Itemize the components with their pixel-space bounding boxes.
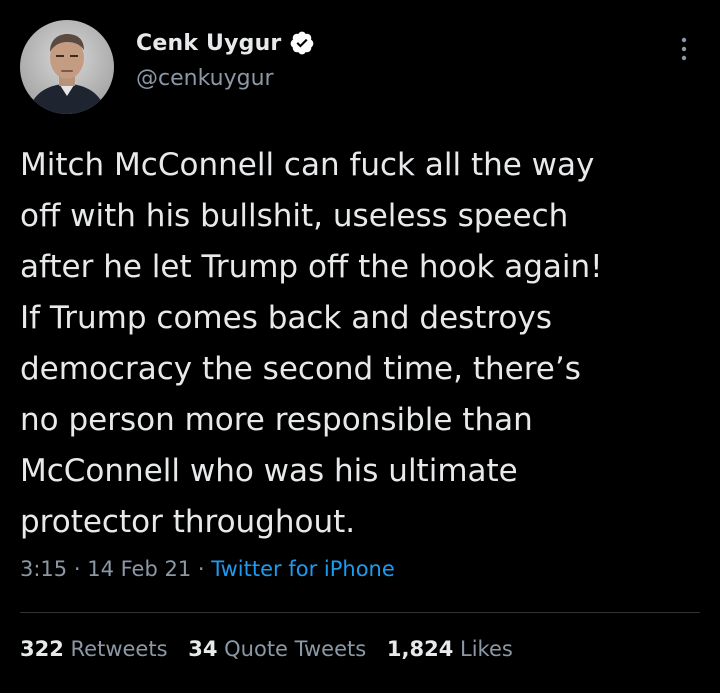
- quote-tweets-stat[interactable]: 34 Quote Tweets: [188, 637, 373, 661]
- display-name-row: Cenk Uygur: [136, 30, 315, 56]
- retweets-count: 322: [20, 637, 64, 661]
- author-names: Cenk Uygur @cenkuygur: [136, 30, 315, 91]
- quote-tweets-label: Quote Tweets: [224, 637, 367, 661]
- avatar[interactable]: [20, 20, 114, 114]
- tweet-text: Mitch McConnell can fuck all the way off…: [20, 147, 603, 540]
- profile-photo-icon: [20, 20, 114, 114]
- likes-label: Likes: [460, 637, 513, 661]
- retweets-stat[interactable]: 322 Retweets: [20, 637, 174, 661]
- tweet-date[interactable]: 14 Feb 21: [87, 557, 191, 581]
- author-handle[interactable]: @cenkuygur: [136, 66, 315, 91]
- quote-tweets-count: 34: [188, 637, 218, 661]
- likes-count: 1,824: [386, 637, 454, 661]
- divider: [20, 612, 700, 613]
- retweets-label: Retweets: [70, 637, 168, 661]
- tweet-source-link[interactable]: Twitter for iPhone: [211, 557, 395, 581]
- likes-stat[interactable]: 1,824 Likes: [387, 637, 513, 661]
- meta-separator: ·: [73, 557, 81, 581]
- meta-separator: ·: [197, 557, 205, 581]
- verified-badge-icon: [291, 31, 314, 55]
- tweet-time[interactable]: 3:15: [20, 557, 67, 581]
- display-name[interactable]: Cenk Uygur: [136, 31, 281, 56]
- tweet-metadata: 3:15 · 14 Feb 21 · Twitter for iPhone: [20, 557, 395, 581]
- more-options-icon[interactable]: [674, 34, 694, 64]
- tweet-header: Cenk Uygur @cenkuygur: [20, 20, 700, 116]
- tweet-stats: 322 Retweets 34 Quote Tweets 1,824 Likes: [20, 637, 527, 661]
